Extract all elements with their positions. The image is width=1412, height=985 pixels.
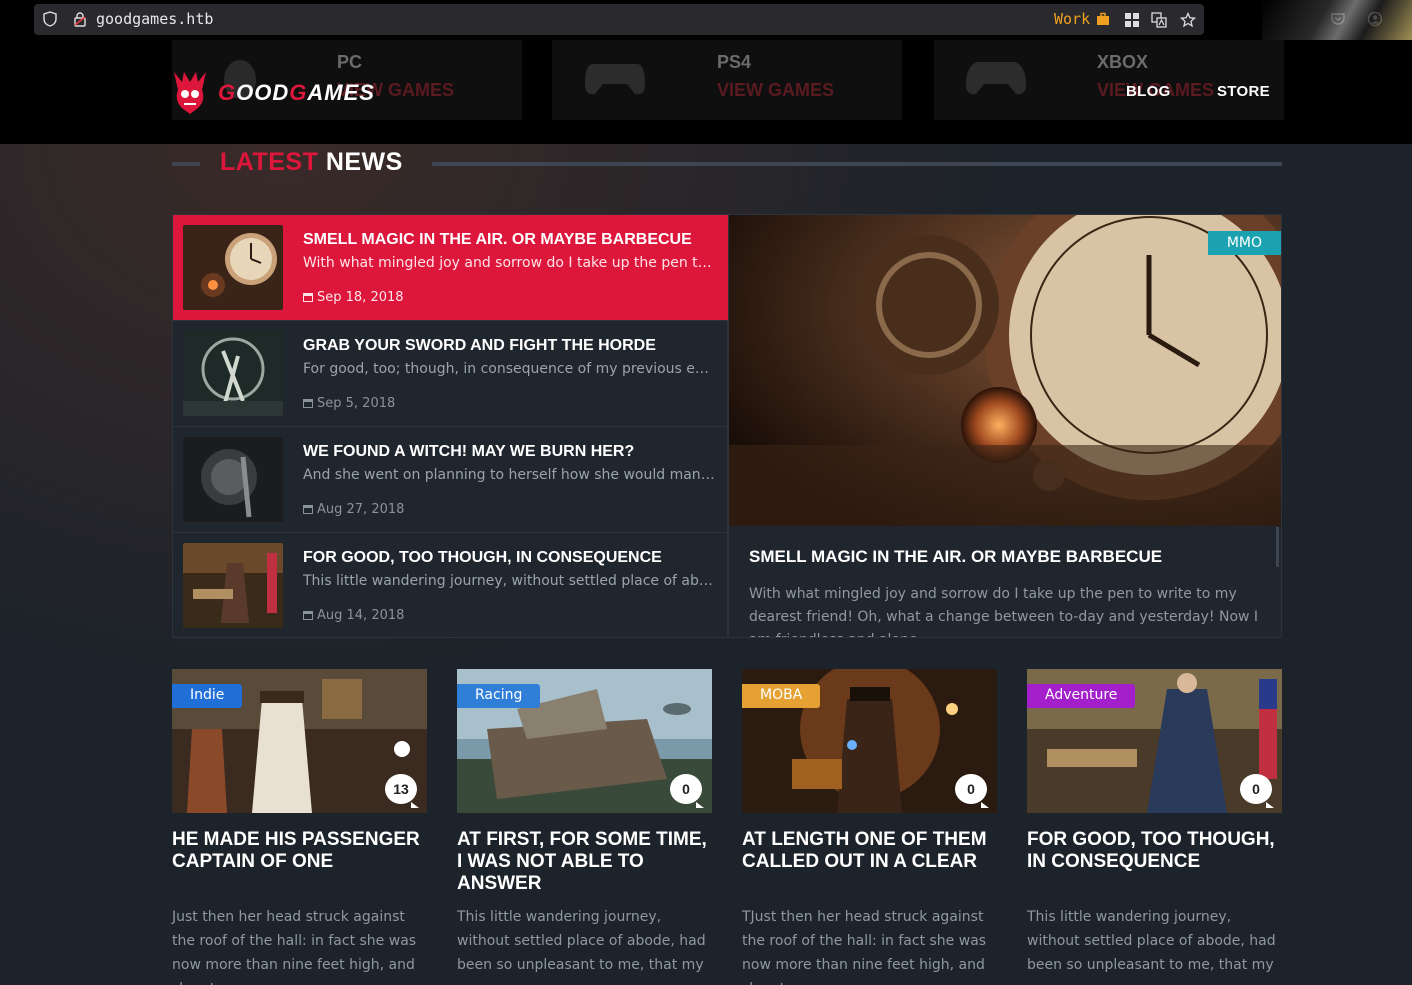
news-item[interactable]: GRAB YOUR SWORD AND FIGHT THE HORDE For … (173, 321, 728, 427)
shield-icon[interactable] (42, 11, 58, 27)
news-excerpt: This little wandering journey, without s… (303, 573, 718, 589)
news-date: Aug 27, 2018 (303, 502, 404, 517)
category-name-ps4[interactable]: PS4 (717, 52, 751, 73)
calendar-icon (303, 399, 313, 408)
container-label[interactable]: Work (1054, 10, 1090, 28)
card-excerpt: Just then her head struck against the ro… (172, 909, 417, 985)
translate-icon[interactable] (1151, 12, 1167, 28)
card-title[interactable]: HE MADE HIS PASSENGER CAPTAIN OF ONE (172, 829, 427, 873)
news-title[interactable]: WE FOUND A WITCH! MAY WE BURN HER? (303, 443, 718, 461)
comment-count-badge[interactable]: 0 (670, 774, 704, 808)
card-title[interactable]: AT LENGTH ONE OF THEM CALLED OUT IN A CL… (742, 829, 997, 873)
news-item[interactable]: SMELL MAGIC IN THE AIR. OR MAYBE BARBECU… (173, 215, 728, 321)
news-date-text: Sep 18, 2018 (317, 290, 404, 305)
news-title[interactable]: SMELL MAGIC IN THE AIR. OR MAYBE BARBECU… (303, 231, 718, 249)
logo-wordmark[interactable]: GOODGAMES (218, 80, 375, 106)
article-card[interactable]: Racing 0 AT FIRST, FOR SOME TIME, I WAS … (457, 669, 712, 985)
calendar-icon (303, 611, 313, 620)
featured-news-text: With what mingled joy and sorrow do I ta… (749, 586, 1259, 637)
url-text[interactable]: goodgames.htb (96, 10, 213, 28)
logo-letters-ames: AMES (307, 80, 375, 105)
card-title[interactable]: FOR GOOD, TOO THOUGH, IN CONSEQUENCE (1027, 829, 1282, 873)
category-tag-moba[interactable]: MOBA (742, 684, 821, 708)
news-list: SMELL MAGIC IN THE AIR. OR MAYBE BARBECU… (172, 214, 728, 638)
logo-letters-ood: OOD (236, 80, 290, 105)
header-decoration (1262, 0, 1412, 40)
gamepad-icon (585, 64, 645, 95)
nav-blog[interactable]: BLOG (1126, 83, 1171, 100)
site-header: PC VIEW GAMES PS4 VIEW GAMES XBOX VIEW G… (0, 40, 1412, 144)
category-tag-indie[interactable]: Indie (172, 684, 243, 708)
news-thumbnail[interactable] (183, 225, 283, 310)
news-date-text: Aug 14, 2018 (317, 608, 405, 623)
card-title[interactable]: AT FIRST, FOR SOME TIME, I WAS NOT ABLE … (457, 829, 712, 895)
news-date: Aug 14, 2018 (303, 608, 404, 623)
news-excerpt: With what mingled joy and sorrow do I ta… (303, 255, 718, 271)
news-date: Sep 5, 2018 (303, 396, 395, 411)
section-title-latest-news: LATEST NEWS (220, 148, 403, 177)
card-excerpt: This little wandering journey, without s… (457, 909, 706, 985)
calendar-icon (303, 505, 313, 514)
xbox-controller-icon (966, 62, 1026, 95)
scrollbar[interactable] (1276, 527, 1279, 567)
category-link-ps4[interactable]: VIEW GAMES (717, 80, 834, 101)
comment-count-badge[interactable]: 0 (955, 774, 989, 808)
category-name-xbox[interactable]: XBOX (1097, 52, 1148, 73)
news-date-text: Aug 27, 2018 (317, 502, 405, 517)
article-card[interactable]: Adventure 0 FOR GOOD, TOO THOUGH, IN CON… (1027, 669, 1282, 985)
browser-toolbar: goodgames.htb Work (0, 0, 1412, 40)
featured-news-title[interactable]: SMELL MAGIC IN THE AIR. OR MAYBE BARBECU… (749, 547, 1162, 567)
title-divider-left (172, 162, 200, 166)
article-card[interactable]: Indie 13 HE MADE HIS PASSENGER CAPTAIN O… (172, 669, 427, 985)
logo-letter-g: G (218, 80, 237, 105)
comment-count-badge[interactable]: 13 (385, 774, 419, 808)
news-thumbnail[interactable] (183, 543, 283, 628)
news-item[interactable]: WE FOUND A WITCH! MAY WE BURN HER? And s… (173, 427, 728, 533)
category-tag-adventure[interactable]: Adventure (1027, 684, 1136, 708)
section-title-rest: NEWS (325, 148, 403, 176)
nav-store[interactable]: STORE (1217, 83, 1270, 100)
news-date-text: Sep 5, 2018 (317, 396, 396, 411)
calendar-icon (303, 293, 313, 302)
article-card[interactable]: MOBA 0 AT LENGTH ONE OF THEM CALLED OUT … (742, 669, 997, 985)
news-excerpt: And she went on planning to herself how … (303, 467, 718, 483)
title-divider-right (432, 162, 1282, 166)
comment-count-badge[interactable]: 0 (1240, 774, 1274, 808)
lock-icon[interactable] (72, 11, 88, 27)
category-tag-racing[interactable]: Racing (457, 684, 541, 708)
card-excerpt: This little wandering journey, without s… (1027, 909, 1276, 985)
featured-news-image[interactable] (729, 215, 1282, 526)
news-excerpt: For good, too; though, in consequence of… (303, 361, 718, 377)
news-item[interactable]: FOR GOOD, TOO THOUGH, IN CONSEQUENCE Thi… (173, 533, 728, 639)
card-excerpt: TJust then her head struck against the r… (742, 909, 987, 985)
news-thumbnail[interactable] (183, 437, 283, 522)
star-icon[interactable] (1180, 12, 1196, 28)
address-bar[interactable]: goodgames.htb Work (34, 4, 1204, 35)
news-date: Sep 18, 2018 (303, 290, 404, 305)
logo-letter-g2: G (289, 80, 308, 105)
news-title[interactable]: GRAB YOUR SWORD AND FIGHT THE HORDE (303, 337, 718, 355)
grid-icon[interactable] (1124, 12, 1140, 28)
briefcase-icon (1097, 12, 1109, 25)
news-title[interactable]: FOR GOOD, TOO THOUGH, IN CONSEQUENCE (303, 549, 718, 567)
news-thumbnail[interactable] (183, 331, 283, 416)
category-tag-mmo[interactable]: MMO (1207, 231, 1281, 255)
featured-news-panel: MMO SMELL MAGIC IN THE AIR. OR MAYBE BAR… (728, 214, 1282, 638)
section-title-accent: LATEST (220, 148, 319, 176)
